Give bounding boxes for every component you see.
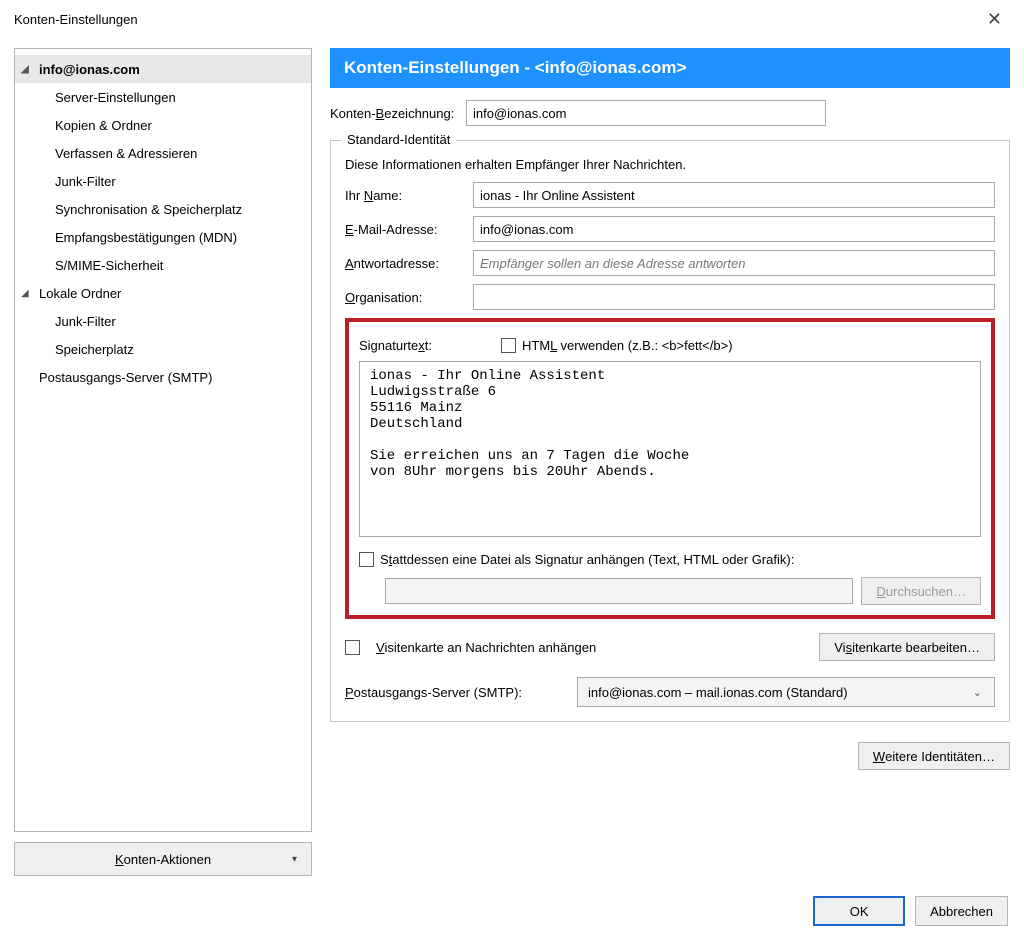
tree-item-smtp[interactable]: Postausgangs-Server (SMTP)	[15, 363, 311, 391]
tree-item-local-disk[interactable]: Speicherplatz	[15, 335, 311, 363]
org-label: Organisation:	[345, 290, 473, 305]
tree-item-server[interactable]: Server-Einstellungen	[15, 83, 311, 111]
signature-label: Signaturtext:	[359, 338, 487, 353]
tree-item-label: Lokale Ordner	[39, 286, 121, 301]
chevron-down-icon: ◢	[21, 288, 33, 299]
identity-legend: Standard-Identität	[341, 132, 456, 147]
more-identities-button[interactable]: Weitere Identitäten…	[858, 742, 1010, 770]
tree-item-local-junk[interactable]: Junk-Filter	[15, 307, 311, 335]
panel-banner: Konten-Einstellungen - <info@ionas.com>	[330, 48, 1010, 88]
chevron-down-icon: ◢	[21, 64, 33, 75]
chevron-down-icon: ▾	[292, 854, 297, 865]
account-actions-button[interactable]: Konten-Aktionen ▾	[14, 842, 312, 876]
smtp-label: Postausgangs-Server (SMTP):	[345, 685, 563, 700]
tree-item-account[interactable]: ◢ info@ionas.com	[15, 55, 311, 83]
email-input[interactable]	[473, 216, 995, 242]
html-checkbox-label: HTML verwenden (z.B.: <b>fett</b>)	[522, 338, 733, 353]
dialog-footer: OK Abbrechen	[0, 876, 1024, 946]
html-checkbox[interactable]	[501, 338, 516, 353]
cancel-button[interactable]: Abbrechen	[915, 896, 1008, 926]
window-title: Konten-Einstellungen	[14, 12, 977, 27]
account-name-label: Konten-Bezeichnung:	[330, 106, 456, 121]
name-input[interactable]	[473, 182, 995, 208]
vcard-label: Visitenkarte an Nachrichten anhängen	[376, 640, 596, 655]
org-input[interactable]	[473, 284, 995, 310]
account-name-input[interactable]	[466, 100, 826, 126]
tree-item-junk[interactable]: Junk-Filter	[15, 167, 311, 195]
browse-button: Durchsuchen…	[861, 577, 981, 605]
chevron-down-icon: ⌄	[973, 686, 982, 699]
vcard-edit-button[interactable]: Visitenkarte bearbeiten…	[819, 633, 995, 661]
signature-file-checkbox[interactable]	[359, 552, 374, 567]
signature-file-label: Stattdessen eine Datei als Signatur anhä…	[380, 552, 794, 567]
tree-item-smime[interactable]: S/MIME-Sicherheit	[15, 251, 311, 279]
titlebar: Konten-Einstellungen ✕	[0, 0, 1024, 38]
name-label: Ihr Name:	[345, 188, 473, 203]
smtp-select[interactable]: info@ionas.com – mail.ionas.com (Standar…	[577, 677, 995, 707]
close-icon[interactable]: ✕	[977, 5, 1012, 34]
tree-item-copies[interactable]: Kopien & Ordner	[15, 111, 311, 139]
email-label: E-Mail-Adresse:	[345, 222, 473, 237]
account-tree[interactable]: ◢ info@ionas.com Server-Einstellungen Ko…	[14, 48, 312, 832]
signature-highlight: Signaturtext: HTML verwenden (z.B.: <b>f…	[345, 318, 995, 619]
vcard-checkbox[interactable]	[345, 640, 360, 655]
tree-item-local-folders[interactable]: ◢ Lokale Ordner	[15, 279, 311, 307]
tree-item-label: info@ionas.com	[39, 62, 140, 77]
signature-textarea[interactable]	[359, 361, 981, 537]
identity-fieldset: Standard-Identität Diese Informationen e…	[330, 140, 1010, 722]
replyto-input[interactable]	[473, 250, 995, 276]
tree-item-compose[interactable]: Verfassen & Adressieren	[15, 139, 311, 167]
signature-file-path-input	[385, 578, 853, 604]
identity-help: Diese Informationen erhalten Empfänger I…	[345, 157, 995, 172]
smtp-value: info@ionas.com – mail.ionas.com (Standar…	[588, 685, 848, 700]
tree-item-label: Postausgangs-Server (SMTP)	[39, 370, 212, 385]
replyto-label: Antwortadresse:	[345, 256, 473, 271]
ok-button[interactable]: OK	[813, 896, 905, 926]
tree-item-mdn[interactable]: Empfangsbestätigungen (MDN)	[15, 223, 311, 251]
tree-item-sync[interactable]: Synchronisation & Speicherplatz	[15, 195, 311, 223]
account-actions-label: onten-Aktionen	[124, 852, 211, 867]
